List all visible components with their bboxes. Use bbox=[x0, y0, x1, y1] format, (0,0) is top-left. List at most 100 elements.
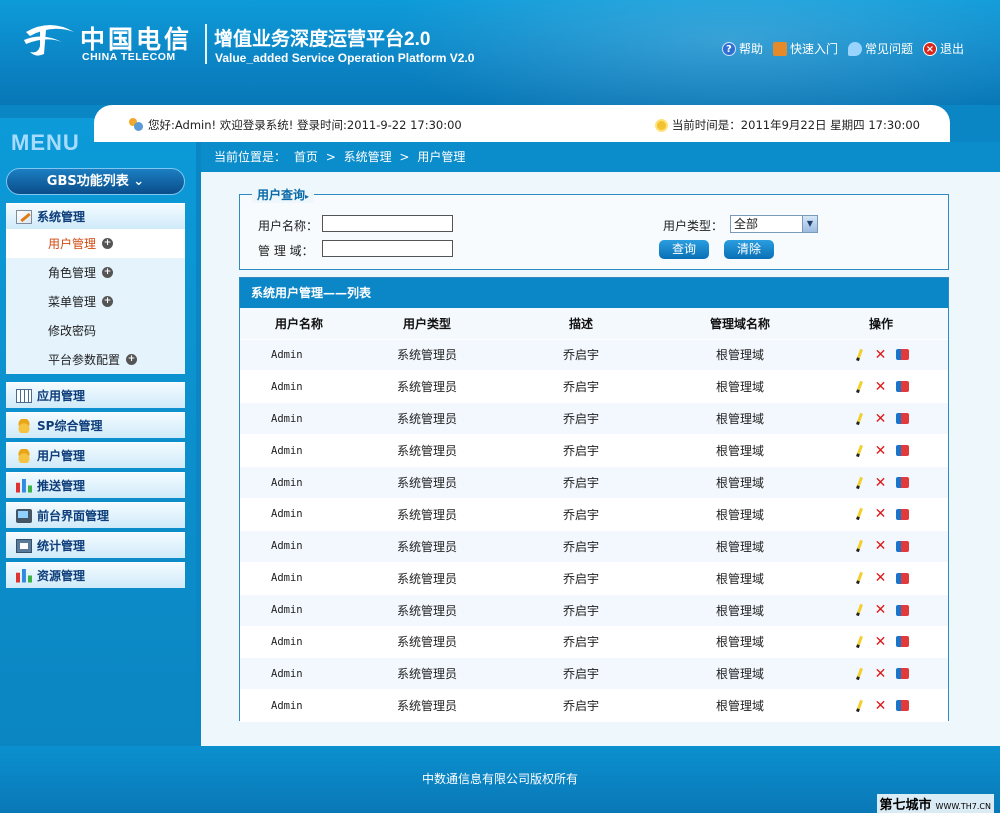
delete-icon[interactable]: ✕ bbox=[875, 667, 887, 681]
submenu-item-role-management[interactable]: 角色管理 + bbox=[6, 258, 185, 287]
breadcrumb-separator: > bbox=[325, 150, 336, 164]
clear-button[interactable]: 清除 bbox=[724, 240, 774, 259]
cell-domain: 根管理域 bbox=[666, 466, 814, 499]
breadcrumb-home[interactable]: 首页 bbox=[294, 150, 318, 164]
edit-icon[interactable] bbox=[854, 445, 866, 457]
assign-icon[interactable] bbox=[895, 636, 909, 648]
coins-icon bbox=[16, 418, 32, 433]
table-row: Admin 系统管理员 乔启宇 根管理域 ✕ bbox=[240, 466, 948, 499]
submenu-item-label: 菜单管理 bbox=[48, 295, 97, 309]
table-row: Admin 系统管理员 乔启宇 根管理域 ✕ bbox=[240, 402, 948, 435]
welcome-text: 您好:Admin! 欢迎登录系统! 登录时间:2011-9-22 17:30:0… bbox=[148, 118, 462, 132]
cell-usertype: 系统管理员 bbox=[358, 625, 496, 658]
edit-icon[interactable] bbox=[854, 413, 866, 425]
assign-icon[interactable] bbox=[895, 604, 909, 616]
delete-icon[interactable]: ✕ bbox=[875, 476, 887, 490]
edit-icon[interactable] bbox=[854, 636, 866, 648]
edit-icon[interactable] bbox=[854, 477, 866, 489]
assign-icon[interactable] bbox=[895, 700, 909, 712]
edit-icon[interactable] bbox=[854, 508, 866, 520]
sidebar-item-frontend-management[interactable]: 前台界面管理 bbox=[6, 502, 185, 528]
row-actions: ✕ bbox=[814, 380, 948, 394]
cell-domain: 根管理域 bbox=[666, 625, 814, 658]
username-input[interactable] bbox=[322, 215, 453, 232]
breadcrumb-system-management[interactable]: 系统管理 bbox=[344, 150, 392, 164]
sidebar-item-system-management[interactable]: 系统管理 bbox=[6, 203, 185, 229]
cell-username: Admin bbox=[240, 434, 358, 467]
edit-icon[interactable] bbox=[854, 572, 866, 584]
quick-start-link[interactable]: 快速入门 bbox=[772, 40, 838, 57]
row-actions: ✕ bbox=[814, 476, 948, 490]
delete-icon[interactable]: ✕ bbox=[875, 380, 887, 394]
edit-icon[interactable] bbox=[854, 700, 866, 712]
sidebar-item-app-management[interactable]: 应用管理 bbox=[6, 382, 185, 408]
row-actions: ✕ bbox=[814, 507, 948, 521]
assign-icon[interactable] bbox=[895, 413, 909, 425]
delete-icon[interactable]: ✕ bbox=[875, 444, 887, 458]
assign-icon[interactable] bbox=[895, 508, 909, 520]
sidebar-item-resource-management[interactable]: 资源管理 bbox=[6, 562, 185, 588]
table-row: Admin 系统管理员 乔启宇 根管理域 ✕ bbox=[240, 529, 948, 563]
sidebar-item-push-management[interactable]: 推送管理 bbox=[6, 472, 185, 498]
assign-icon[interactable] bbox=[895, 381, 909, 393]
cell-description: 乔启宇 bbox=[496, 497, 666, 531]
delete-icon[interactable]: ✕ bbox=[875, 571, 887, 585]
edit-icon[interactable] bbox=[854, 381, 866, 393]
domain-input[interactable] bbox=[322, 240, 453, 257]
cell-username: Admin bbox=[240, 370, 358, 403]
close-icon: × bbox=[922, 41, 937, 56]
table-row: Admin 系统管理员 乔启宇 根管理域 ✕ bbox=[240, 689, 948, 722]
info-bar: 您好:Admin! 欢迎登录系统! 登录时间:2011-9-22 17:30:0… bbox=[94, 105, 950, 142]
sidebar-item-label: 系统管理 bbox=[37, 210, 86, 224]
triangle-right-icon: ▸ bbox=[305, 192, 310, 201]
usertype-select[interactable]: 全部 ▼ bbox=[730, 215, 818, 233]
delete-icon[interactable]: ✕ bbox=[875, 603, 887, 617]
submenu-item-platform-config[interactable]: 平台参数配置 + bbox=[6, 345, 185, 374]
delete-icon[interactable]: ✕ bbox=[875, 635, 887, 649]
delete-icon[interactable]: ✕ bbox=[875, 507, 887, 521]
search-button[interactable]: 查询 bbox=[659, 240, 709, 259]
sidebar-item-statistics-management[interactable]: 统计管理 bbox=[6, 532, 185, 558]
cell-actions: ✕ bbox=[814, 497, 948, 531]
menu-title: MENU bbox=[11, 130, 80, 155]
main-content: 当前位置是： 首页 > 系统管理 > 用户管理 用户查询▸ 用户名称： 管 理 … bbox=[201, 142, 1000, 746]
plus-icon: + bbox=[102, 267, 114, 278]
assign-icon[interactable] bbox=[895, 540, 909, 552]
user-query-panel: 用户查询▸ 用户名称： 管 理 域： 用户类型： 全部 ▼ 查询 清除 bbox=[239, 186, 949, 270]
assign-icon[interactable] bbox=[895, 572, 909, 584]
cell-usertype: 系统管理员 bbox=[358, 689, 496, 722]
delete-icon[interactable]: ✕ bbox=[875, 699, 887, 713]
help-link[interactable]: ? 帮助 bbox=[721, 40, 763, 57]
table-row: Admin 系统管理员 乔启宇 根管理域 ✕ bbox=[240, 593, 948, 627]
submenu-item-change-password[interactable]: 修改密码 bbox=[6, 316, 185, 345]
sidebar-item-user-management[interactable]: 用户管理 bbox=[6, 442, 185, 468]
sidebar-item-sp-management[interactable]: SP综合管理 bbox=[6, 412, 185, 438]
assign-icon[interactable] bbox=[895, 445, 909, 457]
delete-icon[interactable]: ✕ bbox=[875, 539, 887, 553]
cell-domain: 根管理域 bbox=[666, 338, 814, 371]
faq-link[interactable]: 常见问题 bbox=[847, 40, 913, 57]
assign-icon[interactable] bbox=[895, 477, 909, 488]
cell-description: 乔启宇 bbox=[496, 529, 666, 563]
edit-icon[interactable] bbox=[854, 540, 866, 552]
assign-icon[interactable] bbox=[895, 349, 909, 361]
edit-icon[interactable] bbox=[854, 604, 866, 616]
assign-icon[interactable] bbox=[895, 668, 909, 680]
breadcrumb-user-management: 用户管理 bbox=[417, 150, 466, 164]
column-header-username: 用户名称 bbox=[240, 308, 358, 339]
delete-icon[interactable]: ✕ bbox=[875, 412, 887, 426]
edit-icon[interactable] bbox=[854, 349, 866, 361]
cell-usertype: 系统管理员 bbox=[358, 561, 496, 595]
logout-link[interactable]: × 退出 bbox=[922, 40, 964, 57]
edit-icon[interactable] bbox=[854, 668, 866, 680]
current-time-text: 当前时间是：2011年9月22日 星期四 17:30:00 bbox=[671, 118, 920, 132]
submenu-item-menu-management[interactable]: 菜单管理 + bbox=[6, 287, 185, 316]
bar-chart-icon bbox=[16, 478, 32, 493]
gbs-function-list-button[interactable]: GBS功能列表 ⌄ bbox=[6, 168, 185, 195]
system-management-submenu: 用户管理 + 角色管理 + 菜单管理 + 修改密码 平台参数配置 + bbox=[6, 229, 185, 374]
cell-description: 乔启宇 bbox=[496, 338, 666, 371]
cell-actions: ✕ bbox=[814, 689, 948, 722]
submenu-item-user-management[interactable]: 用户管理 + bbox=[6, 229, 185, 258]
column-header-description: 描述 bbox=[496, 308, 666, 339]
delete-icon[interactable]: ✕ bbox=[875, 348, 887, 362]
